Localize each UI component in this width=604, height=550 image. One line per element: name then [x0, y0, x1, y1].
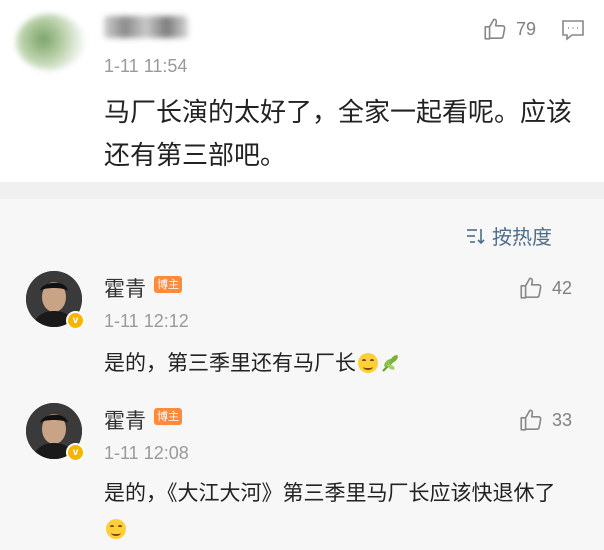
comment-icon [562, 20, 584, 41]
author-tag: 博主 [154, 408, 182, 425]
reply-button[interactable] [560, 18, 586, 46]
thumbs-up-icon [484, 18, 506, 40]
commenter-avatar[interactable] [16, 14, 84, 70]
replies-section: 按热度 v 霍青 博主 1-11 12:12 是的，第三季里还有马厂长 42 v… [0, 199, 604, 550]
thumbs-up-icon [520, 409, 542, 431]
main-like-button[interactable]: 79 [482, 16, 536, 42]
sort-by-hot-button[interactable]: 按热度 [466, 221, 552, 250]
main-comment-text: 马厂长演的太好了，全家一起看呢。应该还有第三部吧。 [104, 98, 573, 171]
section-divider [0, 182, 604, 199]
reply-item: v 霍青 博主 1-11 12:08 是的，《大江大河》第三季里马厂长应该快退休… [0, 399, 604, 549]
reply-text-content: 是的，《大江大河》第三季里马厂长应该快退休了 [104, 481, 556, 505]
reply-text: 是的，第三季里还有马厂长 [104, 345, 584, 381]
main-comment: 1-11 11:54 马厂长演的太好了，全家一起看呢。应该还有第三部吧。 79 [0, 0, 604, 182]
reply-text: 是的，《大江大河》第三季里马厂长应该快退休了 [104, 475, 574, 547]
main-comment-timestamp: 1-11 11:54 [104, 56, 188, 76]
reply-timestamp: 1-11 12:12 [104, 311, 189, 331]
reply-author-name[interactable]: 霍青 [104, 405, 146, 435]
smile-emoji-icon [106, 519, 126, 539]
reply-like-button[interactable]: 33 [518, 407, 572, 433]
smile-emoji-icon [358, 353, 378, 373]
main-like-count: 79 [516, 18, 537, 39]
sort-icon [467, 228, 485, 244]
thumbs-up-icon [520, 277, 542, 299]
reply-like-count: 33 [552, 409, 573, 430]
author-tag: 博主 [154, 276, 182, 293]
reply-text-content: 是的，第三季里还有马厂长 [104, 351, 356, 375]
reply-like-button[interactable]: 42 [518, 275, 572, 301]
reply-item: v 霍青 博主 1-11 12:12 是的，第三季里还有马厂长 42 [0, 267, 604, 387]
verified-badge-icon: v [66, 311, 85, 330]
reply-timestamp: 1-11 12:08 [104, 443, 189, 463]
verified-badge-icon: v [66, 443, 85, 462]
reply-like-count: 42 [552, 277, 573, 298]
sprout-emoji-icon [382, 355, 398, 372]
reply-author-name[interactable]: 霍青 [104, 273, 146, 303]
sort-label: 按热度 [492, 225, 552, 249]
commenter-name-redacted[interactable] [104, 16, 188, 38]
